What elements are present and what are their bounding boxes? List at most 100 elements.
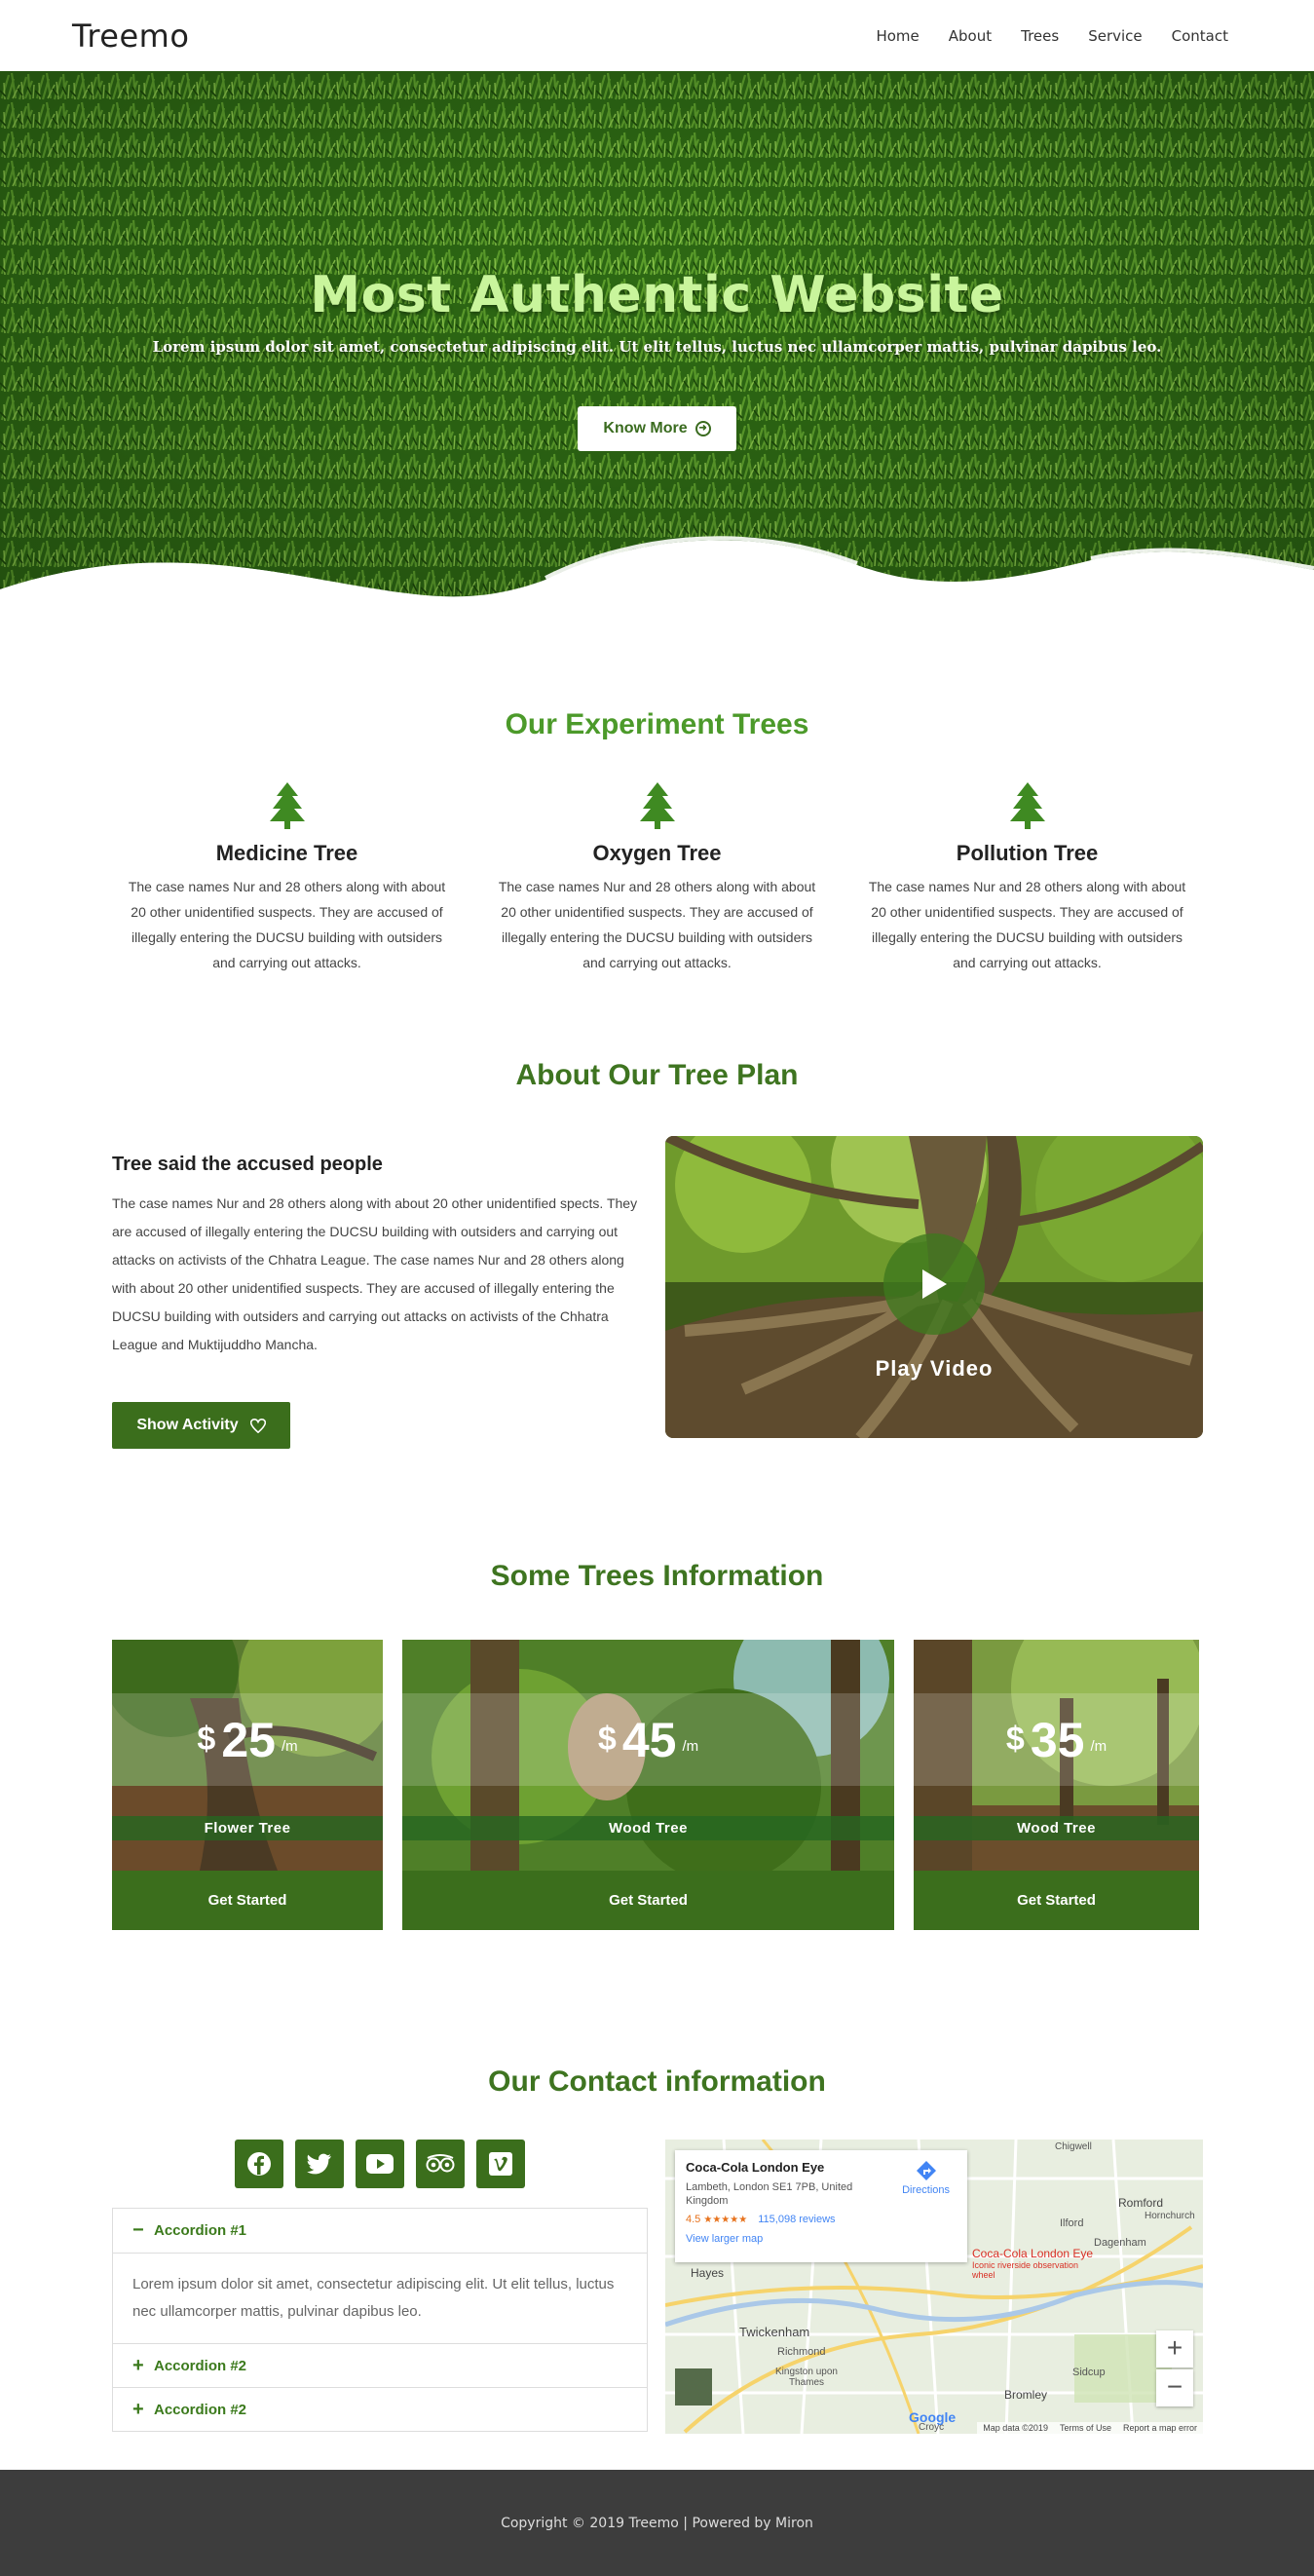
pine-tree-icon [269,782,305,829]
price-amount: 25 [221,1712,276,1767]
nav-contact[interactable]: Contact [1172,27,1228,45]
map-data-credit: Map data ©2019 [983,2423,1048,2433]
experiment-tree-list: Medicine Tree The case names Nur and 28 … [0,782,1314,975]
tree-feature-text: The case names Nur and 28 others along w… [498,879,816,970]
map-reviews-link[interactable]: 115,098 reviews [758,2214,835,2225]
facebook-button[interactable] [235,2140,283,2188]
about-section-title: About Our Tree Plan [515,1059,799,1091]
brush-wave-divider [0,536,1314,638]
facebook-icon [247,2152,271,2176]
main-menu: Home About Trees Service Contact [846,27,1228,45]
show-activity-button[interactable]: Show Activity [112,1402,290,1449]
video-thumbnail[interactable]: Play Video [665,1136,1203,1438]
get-started-button[interactable]: Get Started [914,1871,1199,1930]
experiment-trees-section: Our Experiment Trees Medicine Tree The c… [0,638,1314,1059]
twitter-button[interactable] [295,2140,344,2188]
arrow-right-circle-icon: ➜ [695,421,711,436]
plus-icon: + [132,2398,144,2420]
tree-feature-card: Pollution Tree The case names Nur and 28… [867,782,1188,975]
minus-icon: − [132,2219,144,2241]
play-button[interactable] [883,1233,985,1335]
heart-icon [249,1418,266,1433]
plus-icon: + [132,2354,144,2376]
report-error-link[interactable]: Report a map error [1123,2423,1197,2433]
site-logo[interactable]: Treemo [72,18,189,55]
hero-subtitle: Lorem ipsum dolor sit amet, consectetur … [152,338,1162,356]
price-unit: /m [1090,1738,1108,1755]
tree-feature-text: The case names Nur and 28 others along w… [128,879,446,970]
twitter-icon [307,2153,331,2175]
get-started-button[interactable]: Get Started [402,1871,894,1930]
page: Treemo Home About Trees Service Contact [0,0,1314,2576]
contact-section-title: Our Contact information [488,2065,826,2098]
map-pin-label: Coca-Cola London Eye [972,2247,1094,2260]
youtube-button[interactable] [356,2140,404,2188]
map-pin-sublabel: Iconic riverside observation wheel [972,2260,1079,2280]
vimeo-icon [489,2152,512,2176]
view-larger-map-link[interactable]: View larger map [686,2233,957,2245]
show-activity-label: Show Activity [136,1417,239,1433]
price-display: $ 25 /m [112,1693,383,1786]
price-unit: /m [281,1738,298,1755]
youtube-icon [366,2154,394,2174]
tree-feature-card: Medicine Tree The case names Nur and 28 … [127,782,448,975]
experiment-section-title: Our Experiment Trees [505,708,809,740]
contact-section: Our Contact information − Accordion #1 L… [0,2065,1314,2455]
accordion-toggle-1[interactable]: − Accordion #1 [113,2209,647,2253]
map-place-label: Ilford [1060,2217,1084,2229]
accordion-title: Accordion #1 [154,2222,247,2239]
pricing-card: $ 35 /m Wood Tree Get Started [914,1640,1199,1930]
map-place-label: Chigwell [1055,2141,1092,2152]
hero-title: Most Authentic Website [310,266,1004,324]
accordion-title: Accordion #2 [154,2357,247,2374]
accordion-toggle-2[interactable]: + Accordion #2 [113,2343,647,2387]
map-place-label: Dagenham [1094,2237,1146,2249]
accordion-toggle-3[interactable]: + Accordion #2 [113,2387,647,2431]
hero-section: Most Authentic Website Lorem ipsum dolor… [0,71,1314,638]
get-started-button[interactable]: Get Started [112,1871,383,1930]
contact-left-column: − Accordion #1 Lorem ipsum dolor sit ame… [112,2140,648,2434]
map-info-card: Coca-Cola London Eye Lambeth, London SE1… [675,2150,967,2262]
price-display: $ 45 /m [402,1693,894,1786]
directions-button[interactable]: Directions [902,2160,950,2196]
map-place-label: Bromley [1004,2388,1048,2402]
about-row: Tree said the accused people The case na… [0,1136,1314,1449]
zoom-in-button[interactable]: + [1156,2330,1193,2368]
nav-trees[interactable]: Trees [1021,27,1059,45]
trees-information-section: Some Trees Information $ 25 /m Flower Tr… [0,1560,1314,2065]
accordion: − Accordion #1 Lorem ipsum dolor sit ame… [112,2208,648,2432]
nav-home[interactable]: Home [876,27,919,45]
zoom-out-button[interactable]: − [1156,2369,1193,2406]
tree-feature-title: Medicine Tree [215,841,358,865]
contact-row: − Accordion #1 Lorem ipsum dolor sit ame… [0,2140,1314,2434]
price-unit: /m [682,1738,699,1755]
accordion-panel-1: Lorem ipsum dolor sit amet, consectetur … [113,2253,647,2343]
play-video-label: Play Video [875,1356,994,1381]
know-more-label: Know More [603,420,688,436]
terms-link[interactable]: Terms of Use [1060,2423,1111,2433]
know-more-button[interactable]: Know More ➜ [578,406,736,451]
map-place-label: Romford [1118,2196,1164,2210]
tree-feature-card: Oxygen Tree The case names Nur and 28 ot… [497,782,818,975]
map-place-label: Kingston upon Thames [775,2367,838,2388]
google-map[interactable]: Chigwell Romford Ilford Hornchurch Dagen… [665,2140,1203,2434]
pricing-section-title: Some Trees Information [490,1560,824,1592]
vimeo-button[interactable] [476,2140,525,2188]
about-text-block: Tree said the accused people The case na… [112,1136,638,1449]
nav-service[interactable]: Service [1088,27,1142,45]
map-place-label: Hornchurch [1145,2211,1195,2221]
about-heading: Tree said the accused people [112,1154,383,1175]
site-footer: Copyright © 2019 Treemo | Powered by Mir… [0,2470,1314,2576]
map-place-label: Sidcup [1072,2367,1106,2378]
about-paragraph: The case names Nur and 28 others along w… [112,1195,638,1352]
map-rating-stars: ★★★★★ [703,2215,748,2225]
tripadvisor-icon [426,2154,455,2173]
price-currency: $ [197,1721,216,1758]
map-rating-row: 4.5 ★★★★★ 115,098 reviews [686,2214,957,2225]
nav-about[interactable]: About [949,27,992,45]
hero-content: Most Authentic Website Lorem ipsum dolor… [0,266,1314,451]
card-tree-name: Wood Tree [914,1816,1199,1840]
tripadvisor-button[interactable] [416,2140,465,2188]
map-place-label: Twickenham [739,2325,810,2339]
google-logo: Google [909,2409,957,2425]
